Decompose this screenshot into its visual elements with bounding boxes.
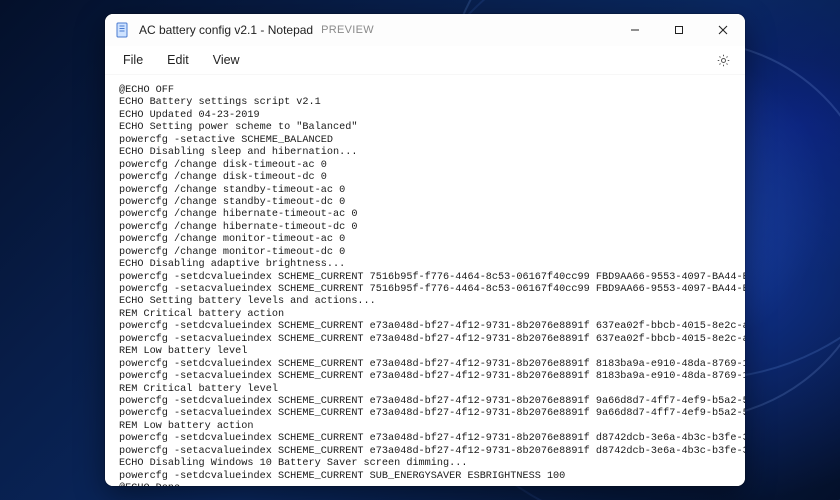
menu-file[interactable]: File [113,49,153,71]
maximize-button[interactable] [657,14,701,46]
app-icon [115,22,131,38]
titlebar[interactable]: AC battery config v2.1 - Notepad PREVIEW [105,14,745,46]
document-content[interactable]: @ECHO OFF ECHO Battery settings script v… [119,85,731,486]
close-button[interactable] [701,14,745,46]
preview-badge: PREVIEW [321,24,374,36]
text-editor[interactable]: @ECHO OFF ECHO Battery settings script v… [105,75,745,486]
menu-view[interactable]: View [203,49,250,71]
menu-edit[interactable]: Edit [157,49,199,71]
desktop-background: AC battery config v2.1 - Notepad PREVIEW… [0,0,840,500]
minimize-button[interactable] [613,14,657,46]
window-title: AC battery config v2.1 - Notepad [139,23,313,37]
settings-button[interactable] [709,46,737,74]
menubar: File Edit View [105,46,745,75]
notepad-window: AC battery config v2.1 - Notepad PREVIEW… [105,14,745,486]
